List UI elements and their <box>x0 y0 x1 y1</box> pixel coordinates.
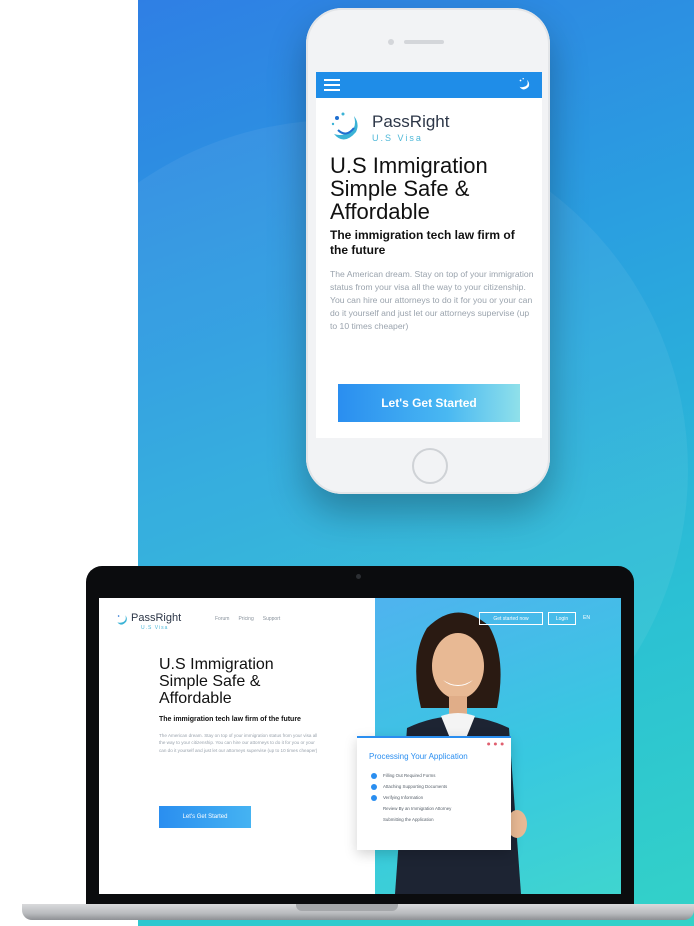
step-label: Attaching Supporting Documents <box>383 784 448 789</box>
phone-home-button <box>412 448 448 484</box>
check-icon <box>371 794 377 801</box>
laptop-camera <box>356 574 361 579</box>
mobile-body-text: The American dream. Stay on top of your … <box>330 269 534 331</box>
nav-link-forum[interactable]: Forum <box>215 616 229 622</box>
mobile-navbar <box>316 72 542 98</box>
laptop-screen: PassRight U.S Visa Forum Pricing Support… <box>99 598 621 894</box>
step-label: Review By an Immigration Attorney <box>383 806 452 811</box>
check-icon <box>371 783 377 790</box>
phone-speaker <box>404 40 444 44</box>
pending-icon <box>371 806 377 812</box>
progress-step: Review By an Immigration Attorney <box>371 803 451 814</box>
nav-link-pricing[interactable]: Pricing <box>238 616 253 622</box>
desktop-body-text: The American dream. Stay on top of your … <box>159 733 318 753</box>
login-button[interactable]: Login <box>548 612 576 625</box>
laptop-notch <box>296 904 398 911</box>
step-label: Submitting the Application <box>383 817 434 822</box>
get-started-now-button[interactable]: Get started now <box>479 612 543 625</box>
brand-name: PassRight <box>372 112 450 131</box>
language-selector[interactable]: EN <box>583 615 590 621</box>
phone-camera <box>388 39 394 45</box>
headline-line: Affordable <box>159 690 232 707</box>
get-started-button[interactable]: Let's Get Started <box>159 806 251 828</box>
get-started-button[interactable]: Let's Get Started <box>338 384 520 422</box>
card-title: Processing Your Application <box>369 752 468 761</box>
nav-link-support[interactable]: Support <box>263 616 281 622</box>
headline-line: U.S Immigration <box>159 656 274 673</box>
progress-steps: Filling Out Required Forms Attaching Sup… <box>371 770 451 825</box>
window-dots: ● ● ● <box>486 741 505 746</box>
application-progress-card: ● ● ● Processing Your Application Fillin… <box>357 736 511 850</box>
progress-step: Attaching Supporting Documents <box>371 781 451 792</box>
desktop-nav: Forum Pricing Support <box>215 616 280 622</box>
desktop-brand[interactable]: PassRight U.S Visa <box>115 612 215 634</box>
phone-mockup: PassRight U.S Visa U.S Immigration Simpl… <box>306 8 550 494</box>
mobile-brand[interactable]: PassRight U.S Visa <box>328 108 528 148</box>
headline-line: U.S Immigration <box>330 153 488 178</box>
mobile-headline: U.S Immigration Simple Safe & Affordable <box>330 154 534 223</box>
brand-subtitle: U.S Visa <box>372 133 423 143</box>
check-icon <box>371 772 377 779</box>
progress-step: Verifying Information <box>371 792 451 803</box>
brand-subtitle: U.S Visa <box>141 625 169 631</box>
progress-step: Filling Out Required Forms <box>371 770 451 781</box>
passright-logo-icon <box>117 615 127 625</box>
step-label: Verifying Information <box>383 795 424 800</box>
phone-screen: PassRight U.S Visa U.S Immigration Simpl… <box>316 72 542 438</box>
headline-line: Simple Safe & <box>330 176 470 201</box>
pending-icon <box>371 817 377 823</box>
passright-logo-icon <box>331 112 358 140</box>
headline-line: Simple Safe & <box>159 673 261 690</box>
headline-line: Affordable <box>330 199 430 224</box>
passright-logo-icon[interactable] <box>516 76 534 94</box>
progress-step: Submitting the Application <box>371 814 451 825</box>
laptop-mockup: PassRight U.S Visa Forum Pricing Support… <box>86 566 634 906</box>
menu-icon[interactable] <box>324 79 340 91</box>
mobile-subheadline: The immigration tech law firm of the fut… <box>330 228 515 257</box>
step-label: Filling Out Required Forms <box>383 773 436 778</box>
desktop-subheadline: The immigration tech law firm of the fut… <box>159 716 301 723</box>
brand-name: PassRight <box>131 612 182 624</box>
desktop-headline: U.S Immigration Simple Safe & Affordable <box>159 656 349 707</box>
